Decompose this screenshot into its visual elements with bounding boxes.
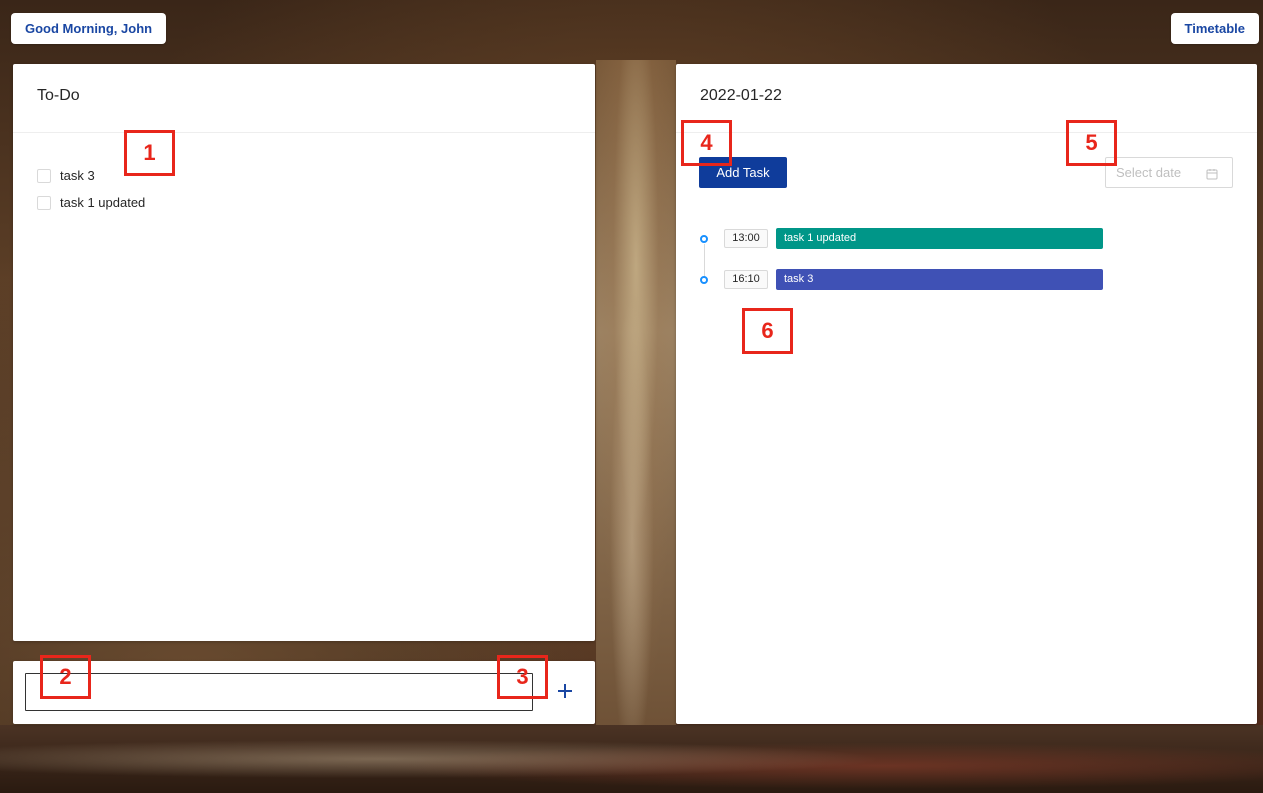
annotation-marker-1: 1 <box>124 130 175 176</box>
todo-checkbox[interactable] <box>37 195 51 210</box>
annotation-marker-6: 6 <box>742 308 793 354</box>
todo-title: To-Do <box>13 64 595 133</box>
new-todo-input[interactable] <box>25 673 533 711</box>
background-painting-floor <box>0 725 1263 793</box>
timeline-task-bar[interactable]: task 1 updated <box>776 228 1103 249</box>
timeline-dot-icon <box>700 234 708 243</box>
annotation-marker-3: 3 <box>497 655 548 699</box>
todo-item-label: task 3 <box>60 168 95 183</box>
date-picker[interactable] <box>1105 157 1233 188</box>
todo-checkbox[interactable] <box>37 168 51 183</box>
calendar-icon <box>1206 167 1218 179</box>
annotation-marker-2: 2 <box>40 655 91 699</box>
timeline-dot-icon <box>700 275 708 284</box>
background-painting-detail <box>596 60 676 740</box>
todo-card: To-Do task 3 task 1 updated <box>13 64 595 641</box>
date-picker-input[interactable] <box>1116 165 1206 180</box>
timeline-time: 13:00 <box>724 229 768 248</box>
todo-list: task 3 task 1 updated <box>13 133 595 216</box>
timetable-card: 2022-01-22 Add Task 13:00 task 1 updated… <box>676 64 1257 724</box>
todo-item-label: task 1 updated <box>60 195 146 210</box>
todo-item[interactable]: task 1 updated <box>37 189 571 216</box>
timetable-button[interactable]: Timetable <box>1170 13 1259 44</box>
timeline-time: 16:10 <box>724 270 768 289</box>
timetable-date-title: 2022-01-22 <box>676 64 1257 133</box>
plus-icon[interactable] <box>553 679 577 703</box>
timeline-entry: 13:00 task 1 updated <box>698 228 1103 249</box>
timeline-entry: 16:10 task 3 <box>698 269 1103 290</box>
timeline: 13:00 task 1 updated 16:10 task 3 <box>698 228 1103 298</box>
greeting-button[interactable]: Good Morning, John <box>11 13 167 44</box>
annotation-marker-5: 5 <box>1066 120 1117 166</box>
timeline-task-bar[interactable]: task 3 <box>776 269 1103 290</box>
todo-item[interactable]: task 3 <box>37 162 571 189</box>
annotation-marker-4: 4 <box>681 120 732 166</box>
